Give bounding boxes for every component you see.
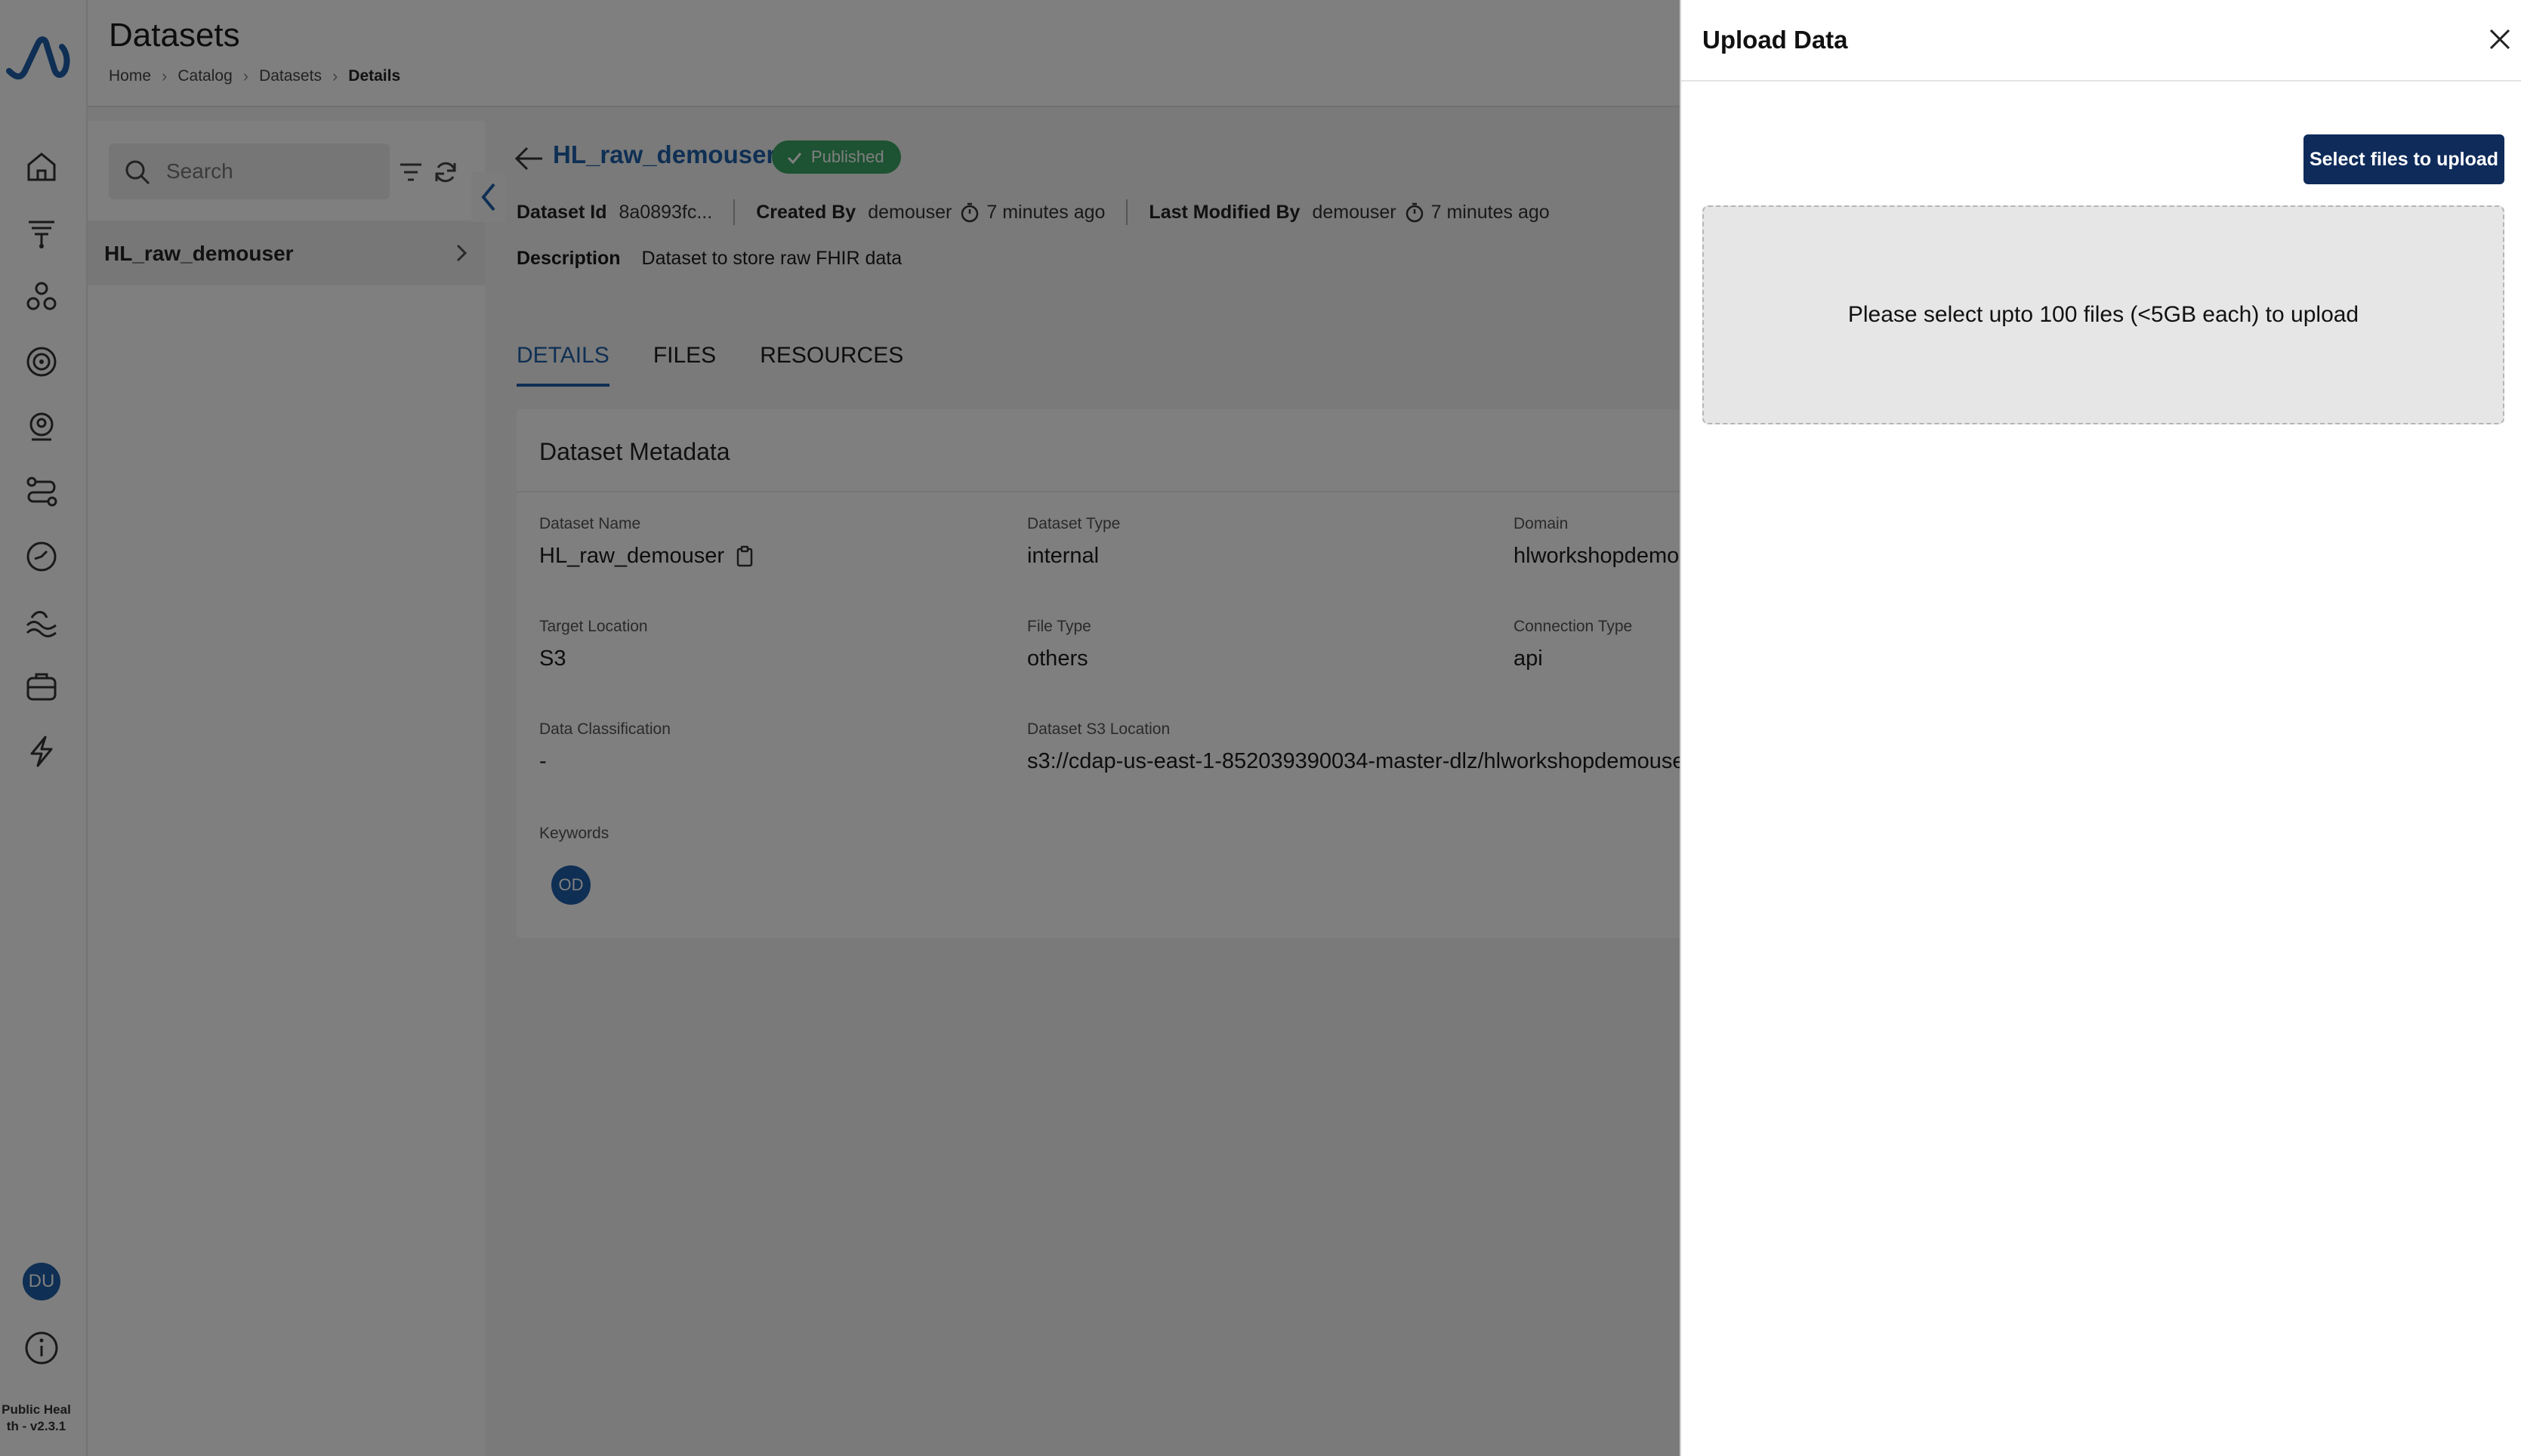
upload-drawer: Upload Data Select files to upload Pleas… — [1680, 0, 2521, 1456]
drawer-title: Upload Data — [1702, 26, 1848, 54]
file-dropzone[interactable]: Please select upto 100 files (<5GB each)… — [1702, 205, 2504, 424]
drawer-header: Upload Data — [1681, 0, 2521, 82]
dropzone-text: Please select upto 100 files (<5GB each)… — [1847, 302, 2359, 327]
modal-backdrop[interactable] — [0, 0, 1680, 1456]
select-files-button[interactable]: Select files to upload — [2303, 134, 2504, 184]
close-icon[interactable] — [2485, 24, 2515, 54]
